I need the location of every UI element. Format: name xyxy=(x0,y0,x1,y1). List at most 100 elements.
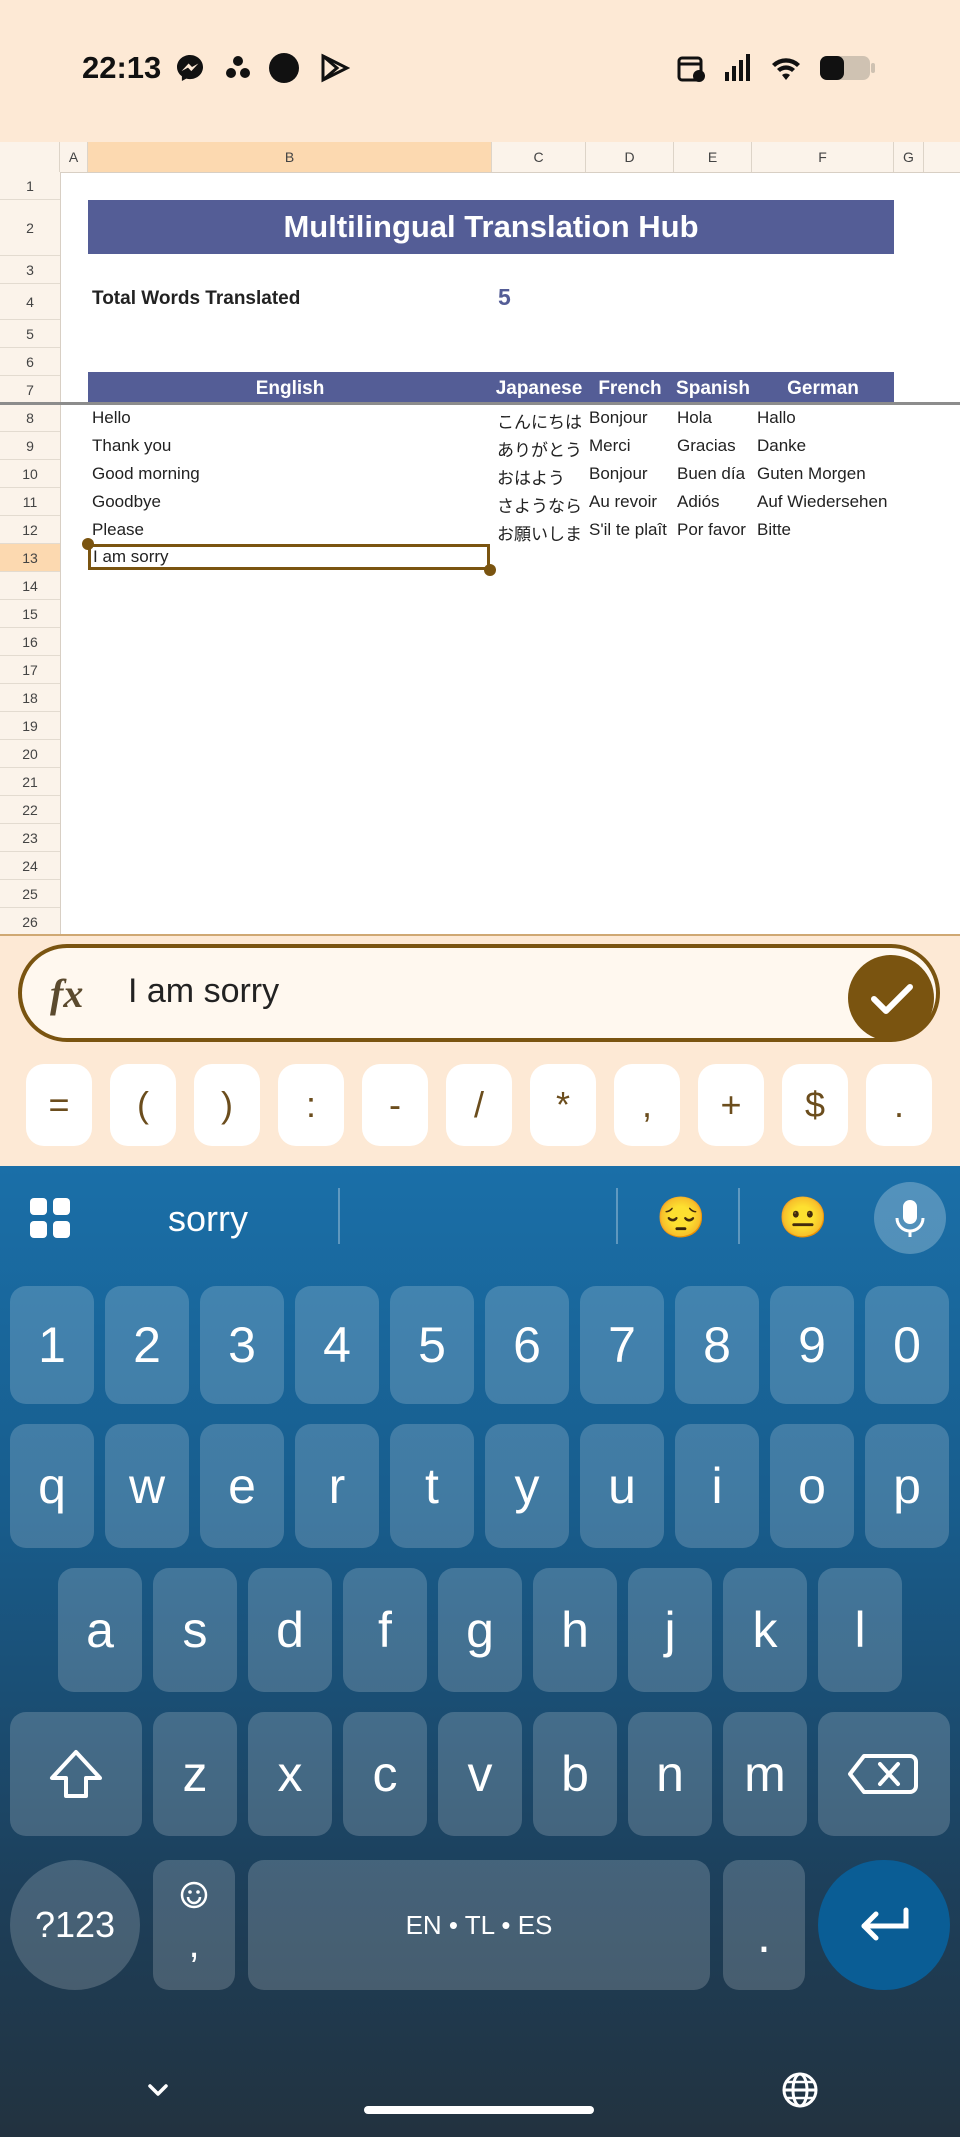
operator-key-equals[interactable]: = xyxy=(26,1064,92,1146)
row-header[interactable]: 3 xyxy=(0,256,60,284)
apps-grid-icon[interactable] xyxy=(28,1196,72,1240)
key-g[interactable]: g xyxy=(438,1568,522,1692)
cell-spanish[interactable]: Buen día xyxy=(677,464,745,484)
operator-key-plus[interactable]: + xyxy=(698,1064,764,1146)
cell-japanese[interactable]: さようなら xyxy=(497,492,582,517)
column-header-a[interactable]: A xyxy=(60,142,88,172)
emoji-suggestion-neutral[interactable]: 😐 xyxy=(778,1194,828,1241)
operator-key-minus[interactable]: - xyxy=(362,1064,428,1146)
operator-key-slash[interactable]: / xyxy=(446,1064,512,1146)
cell-german[interactable]: Guten Morgen xyxy=(757,464,866,484)
key-c[interactable]: c xyxy=(343,1712,427,1836)
row-header[interactable]: 23 xyxy=(0,824,60,852)
key-j[interactable]: j xyxy=(628,1568,712,1692)
key-z[interactable]: z xyxy=(153,1712,237,1836)
row-header[interactable]: 4 xyxy=(0,284,60,320)
row-header[interactable]: 24 xyxy=(0,852,60,880)
key-q[interactable]: q xyxy=(10,1424,94,1548)
key-x[interactable]: x xyxy=(248,1712,332,1836)
key-s[interactable]: s xyxy=(153,1568,237,1692)
column-header-d[interactable]: D xyxy=(586,142,674,172)
row-header[interactable]: 20 xyxy=(0,740,60,768)
row-header[interactable]: 1 xyxy=(0,172,60,200)
row-header[interactable]: 12 xyxy=(0,516,60,544)
key-5[interactable]: 5 xyxy=(390,1286,474,1404)
home-gesture-bar[interactable] xyxy=(364,2106,594,2114)
header-english[interactable]: English xyxy=(88,378,492,400)
column-header-b[interactable]: B xyxy=(88,142,492,172)
row-header[interactable]: 16 xyxy=(0,628,60,656)
key-3[interactable]: 3 xyxy=(200,1286,284,1404)
key-u[interactable]: u xyxy=(580,1424,664,1548)
row-header[interactable]: 15 xyxy=(0,600,60,628)
key-4[interactable]: 4 xyxy=(295,1286,379,1404)
key-e[interactable]: e xyxy=(200,1424,284,1548)
row-header[interactable]: 17 xyxy=(0,656,60,684)
key-r[interactable]: r xyxy=(295,1424,379,1548)
confirm-button[interactable] xyxy=(848,955,934,1041)
cell-french[interactable]: Au revoir xyxy=(589,492,657,512)
cell-english[interactable]: Hello xyxy=(92,408,131,428)
cell-japanese[interactable]: こんにちは xyxy=(497,408,582,433)
column-header-g[interactable]: G xyxy=(894,142,924,172)
hide-keyboard-chevron-icon[interactable] xyxy=(140,2072,176,2108)
language-globe-icon[interactable] xyxy=(780,2070,820,2110)
operator-key-colon[interactable]: : xyxy=(278,1064,344,1146)
key-a[interactable]: a xyxy=(58,1568,142,1692)
column-header-e[interactable]: E xyxy=(674,142,752,172)
row-header[interactable]: 14 xyxy=(0,572,60,600)
cell-german[interactable]: Bitte xyxy=(757,520,791,540)
operator-key-dollar[interactable]: $ xyxy=(782,1064,848,1146)
row-header-selected[interactable]: 13 xyxy=(0,544,60,572)
formula-input[interactable]: I am sorry xyxy=(128,972,279,1011)
space-bar[interactable]: EN • TL • ES xyxy=(248,1860,710,1990)
cell-spanish[interactable]: Por favor xyxy=(677,520,746,540)
row-header[interactable]: 9 xyxy=(0,432,60,460)
backspace-key[interactable] xyxy=(818,1712,950,1836)
key-n[interactable]: n xyxy=(628,1712,712,1836)
symbols-key[interactable]: ?123 xyxy=(10,1860,140,1990)
key-o[interactable]: o xyxy=(770,1424,854,1548)
key-d[interactable]: d xyxy=(248,1568,332,1692)
cell-spanish[interactable]: Hola xyxy=(677,408,712,428)
row-header[interactable]: 18 xyxy=(0,684,60,712)
key-p[interactable]: p xyxy=(865,1424,949,1548)
emoji-comma-key[interactable]: , xyxy=(153,1860,235,1990)
key-8[interactable]: 8 xyxy=(675,1286,759,1404)
emoji-suggestion-pensive[interactable]: 😔 xyxy=(656,1194,706,1241)
key-h[interactable]: h xyxy=(533,1568,617,1692)
shift-key[interactable] xyxy=(10,1712,142,1836)
key-7[interactable]: 7 xyxy=(580,1286,664,1404)
key-1[interactable]: 1 xyxy=(10,1286,94,1404)
row-header[interactable]: 22 xyxy=(0,796,60,824)
cell-french[interactable]: Merci xyxy=(589,436,631,456)
row-header[interactable]: 5 xyxy=(0,320,60,348)
selection-handle-bottom-right[interactable] xyxy=(484,564,496,576)
cell-french[interactable]: S'il te plaît xyxy=(589,520,667,540)
row-header[interactable]: 6 xyxy=(0,348,60,376)
suggestion-word[interactable]: sorry xyxy=(168,1198,248,1240)
cell-french[interactable]: Bonjour xyxy=(589,464,648,484)
header-japanese[interactable]: Japanese xyxy=(492,378,586,400)
key-y[interactable]: y xyxy=(485,1424,569,1548)
key-2[interactable]: 2 xyxy=(105,1286,189,1404)
key-i[interactable]: i xyxy=(675,1424,759,1548)
header-spanish[interactable]: Spanish xyxy=(674,378,752,400)
cell-spanish[interactable]: Adiós xyxy=(677,492,720,512)
enter-key[interactable] xyxy=(818,1860,950,1990)
operator-key-asterisk[interactable]: * xyxy=(530,1064,596,1146)
voice-input-button[interactable] xyxy=(874,1182,946,1254)
cell-english[interactable]: Good morning xyxy=(92,464,200,484)
row-header[interactable]: 10 xyxy=(0,460,60,488)
selection-handle-top-left[interactable] xyxy=(82,538,94,550)
total-words-value[interactable]: 5 xyxy=(498,284,511,311)
cell-german[interactable]: Auf Wiedersehen xyxy=(757,492,887,512)
cell-english[interactable]: Please xyxy=(92,520,144,540)
key-9[interactable]: 9 xyxy=(770,1286,854,1404)
row-header[interactable]: 11 xyxy=(0,488,60,516)
key-v[interactable]: v xyxy=(438,1712,522,1836)
total-words-label[interactable]: Total Words Translated xyxy=(92,288,300,310)
key-f[interactable]: f xyxy=(343,1568,427,1692)
key-t[interactable]: t xyxy=(390,1424,474,1548)
row-header[interactable]: 19 xyxy=(0,712,60,740)
